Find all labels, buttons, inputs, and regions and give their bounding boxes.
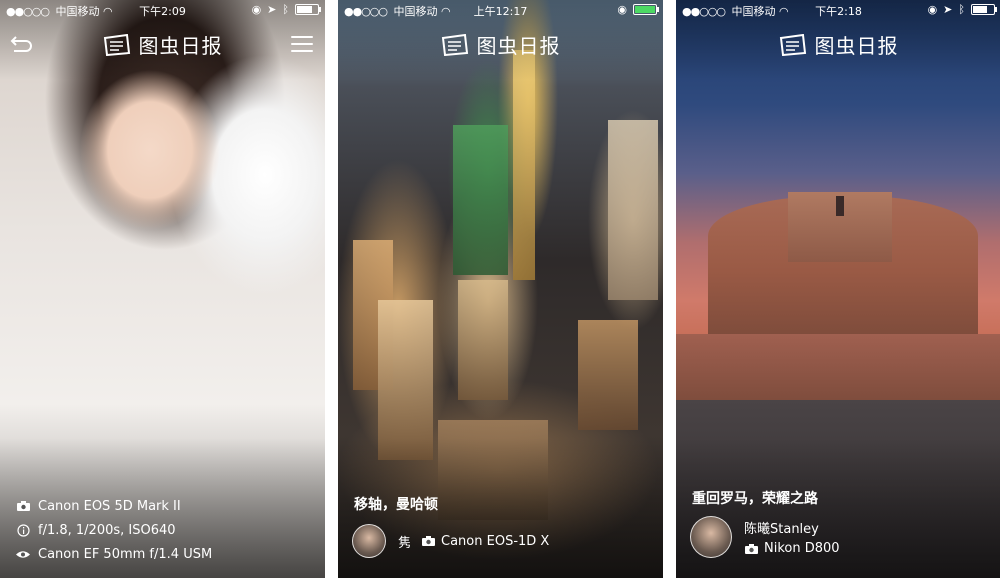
rotation-lock-icon: ◉ xyxy=(251,3,262,16)
author-name: 隽 xyxy=(398,535,412,551)
app-title: 图虫日报 xyxy=(476,34,561,58)
rotation-lock-icon: ◉ xyxy=(927,3,938,16)
newspaper-icon xyxy=(779,33,806,56)
menu-icon[interactable] xyxy=(291,36,313,57)
battery-icon xyxy=(971,4,997,15)
avatar[interactable] xyxy=(690,516,732,558)
camera-icon xyxy=(744,543,758,554)
photo-caption: 移轴，曼哈顿 xyxy=(354,497,438,513)
app-logo: 图虫日报 xyxy=(103,30,223,59)
status-bar: ●●○○○ 中国移动 ◠ 上午12:17 ◉ xyxy=(338,0,663,20)
building xyxy=(378,300,433,460)
exposure-settings: f/1.8, 1/200s, ISO640 xyxy=(38,522,176,538)
screen-portrait-photo: ●●○○○ 中国移动 ◠ 下午2:09 ◉ ➤ ᛒ 图虫日报 Canon EOS… xyxy=(0,0,325,578)
building xyxy=(513,50,535,280)
settings-row: f/1.8, 1/200s, ISO640 xyxy=(16,518,212,542)
back-icon[interactable] xyxy=(8,34,34,56)
building xyxy=(578,320,638,430)
camera-model: Canon EOS 5D Mark II xyxy=(38,498,181,514)
lens-model: Canon EF 50mm f/1.4 USM xyxy=(38,546,213,562)
exif-info: Canon EOS 5D Mark II f/1.8, 1/200s, ISO6… xyxy=(16,494,212,566)
camera-icon xyxy=(421,536,435,546)
author-row[interactable]: 隽 Canon EOS-1D X xyxy=(352,524,549,558)
castle-wall xyxy=(676,334,1000,410)
newspaper-icon xyxy=(103,33,130,56)
statue xyxy=(836,196,844,216)
screen-manhattan-photo: ●●○○○ 中国移动 ◠ 上午12:17 ◉ 图虫日报 移轴，曼哈顿 隽 Can… xyxy=(338,0,663,578)
status-right: ◉ xyxy=(617,3,659,16)
battery-icon xyxy=(633,4,659,15)
app-logo: 图虫日报 xyxy=(441,30,561,59)
author-row[interactable]: 陈曦Stanley Nikon D800 xyxy=(690,516,840,558)
bluetooth-icon: ᛒ xyxy=(282,3,289,16)
building xyxy=(458,280,508,400)
camera-model: Nikon D800 xyxy=(764,541,840,556)
info-icon xyxy=(16,523,30,537)
building xyxy=(608,120,658,300)
app-title: 图虫日报 xyxy=(138,34,223,58)
camera-model: Canon EOS-1D X xyxy=(441,533,550,549)
screen-rome-photo: ●●○○○ 中国移动 ◠ 下午2:18 ◉ ➤ ᛒ 图虫日报 重回罗马，荣耀之路… xyxy=(676,0,1000,578)
app-header: 图虫日报 xyxy=(338,28,663,60)
bluetooth-icon: ᛒ xyxy=(958,3,965,16)
app-title: 图虫日报 xyxy=(814,34,899,58)
author-details: 陈曦Stanley Nikon D800 xyxy=(744,518,840,556)
author-name: 陈曦Stanley xyxy=(744,522,819,537)
location-icon: ➤ xyxy=(943,3,953,16)
status-bar: ●●○○○ 中国移动 ◠ 下午2:09 ◉ ➤ ᛒ xyxy=(0,0,325,20)
status-bar: ●●○○○ 中国移动 ◠ 下午2:18 ◉ ➤ ᛒ xyxy=(676,0,1000,20)
camera-row: Nikon D800 xyxy=(744,541,840,556)
photo-caption: 重回罗马，荣耀之路 xyxy=(692,491,818,507)
app-header: 图虫日报 xyxy=(676,28,1000,60)
lens-row: Canon EF 50mm f/1.4 USM xyxy=(16,542,212,566)
rotation-lock-icon: ◉ xyxy=(617,3,627,16)
app-header: 图虫日报 xyxy=(0,28,325,60)
status-right: ◉ ➤ ᛒ xyxy=(927,3,997,16)
clock: 上午12:17 xyxy=(473,5,528,18)
building xyxy=(453,125,508,275)
app-logo: 图虫日报 xyxy=(779,30,899,59)
location-icon: ➤ xyxy=(267,3,277,16)
camera-icon xyxy=(16,501,30,511)
avatar[interactable] xyxy=(352,524,386,558)
camera-row: Canon EOS 5D Mark II xyxy=(16,494,212,518)
status-right: ◉ ➤ ᛒ xyxy=(251,3,321,16)
battery-icon xyxy=(295,4,321,15)
newspaper-icon xyxy=(441,33,468,56)
eye-icon xyxy=(16,550,30,559)
